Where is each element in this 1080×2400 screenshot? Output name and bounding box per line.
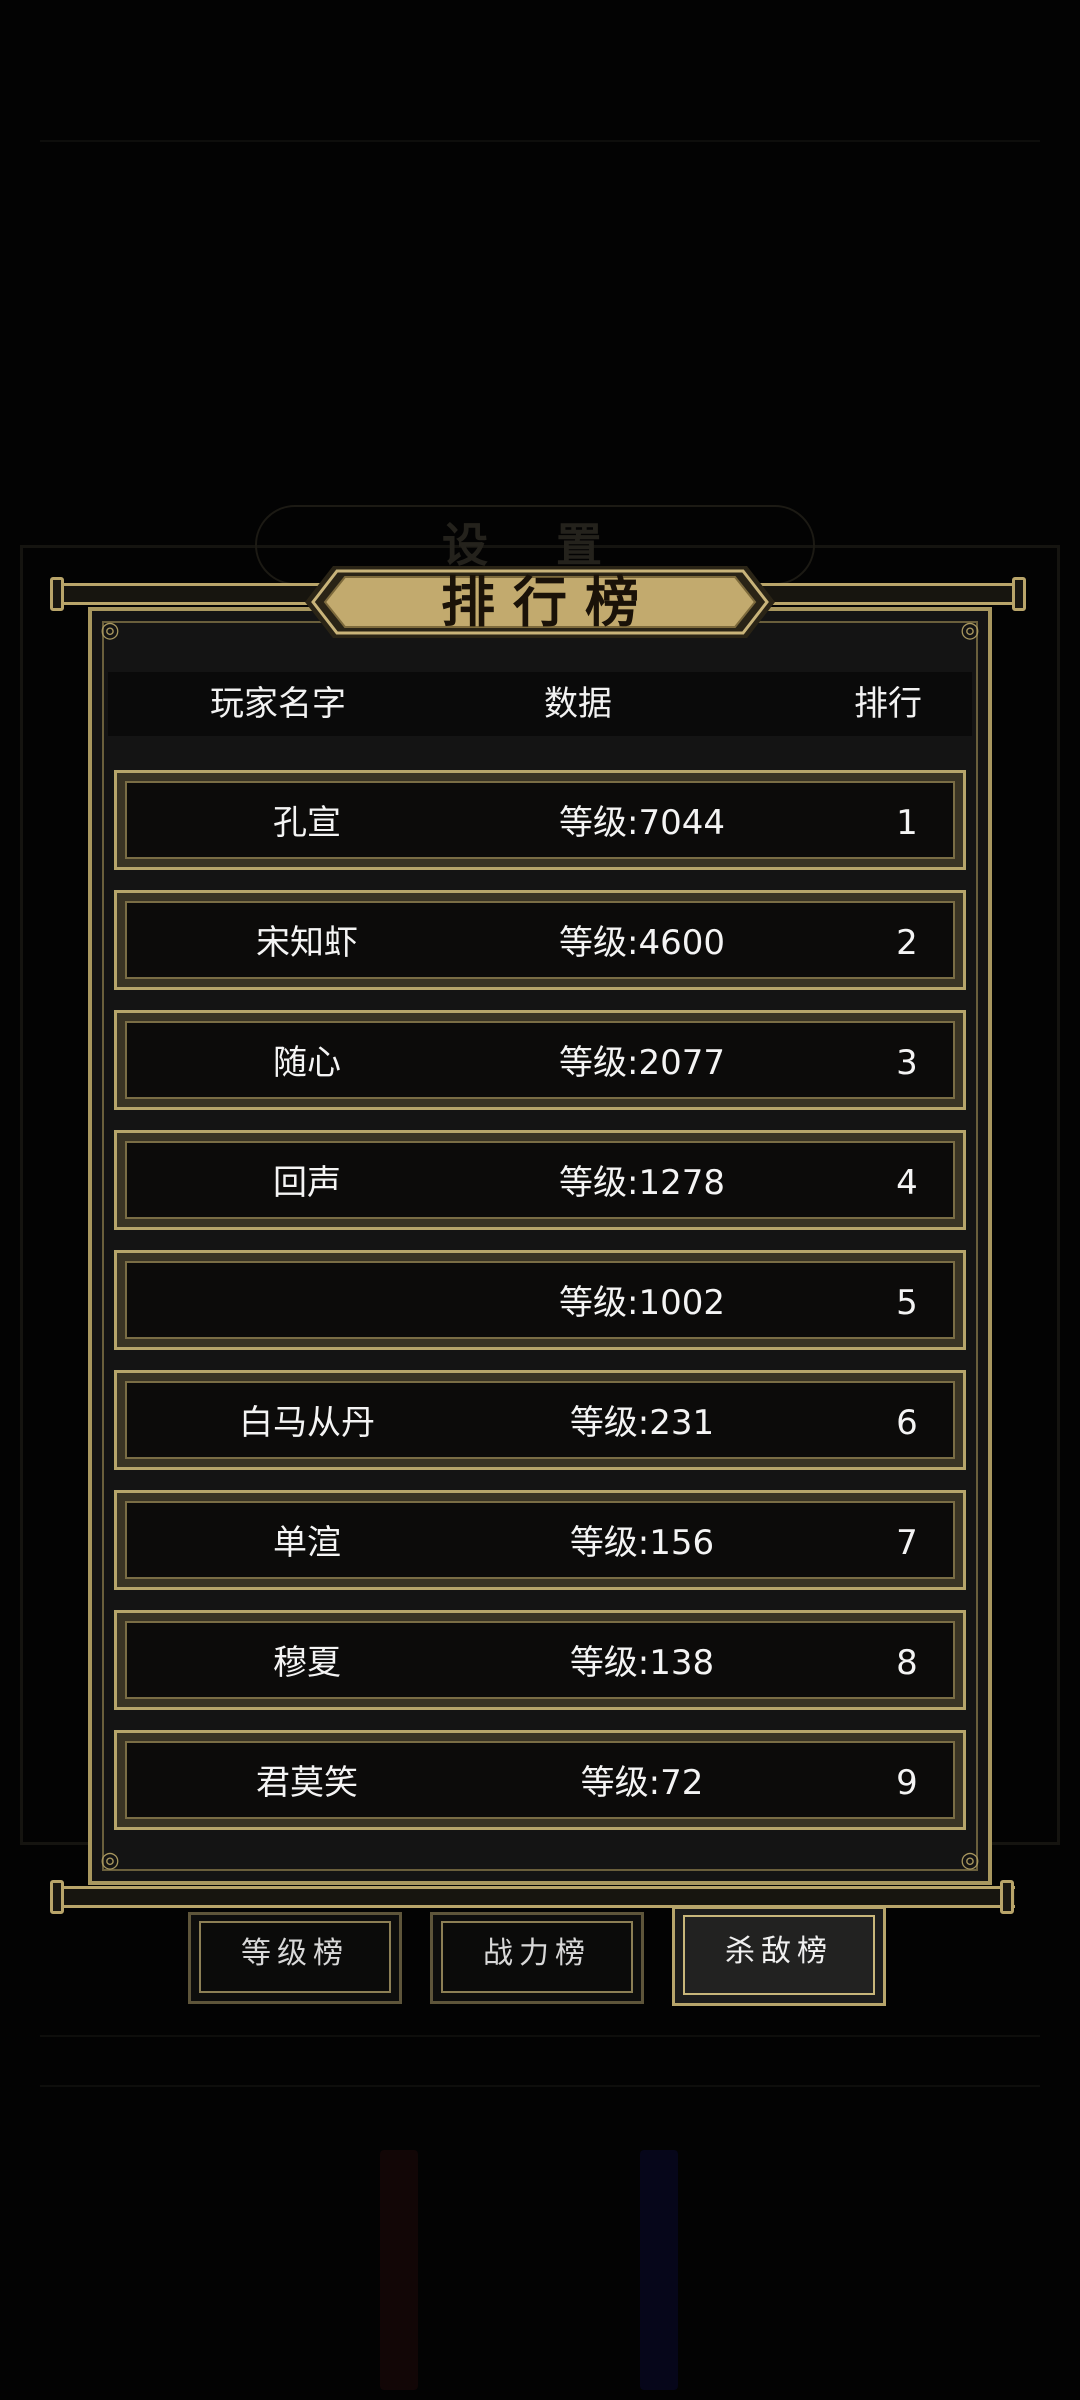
player-name: 君莫笑 <box>256 1763 358 1803</box>
scroll-rod-bottom <box>55 1886 1015 1908</box>
leaderboard-title: 排行榜 <box>441 570 657 634</box>
player-rank: 7 <box>896 1523 918 1563</box>
tab-label: 杀敌榜 <box>725 1934 833 1969</box>
leaderboard-row[interactable]: 白马从丹 等级:231 6 <box>114 1370 966 1470</box>
player-rank: 6 <box>896 1403 918 1443</box>
player-rank: 9 <box>896 1763 918 1803</box>
background-divider <box>40 140 1040 142</box>
leaderboard-row[interactable]: 等级:1002 5 <box>114 1250 966 1350</box>
title-plaque: 排行榜 <box>305 566 775 638</box>
corner-ornament-icon: ◎ <box>100 618 120 643</box>
player-name: 穆夏 <box>273 1643 341 1683</box>
scroll-rod-cap-left <box>50 577 64 611</box>
player-level: 等级:231 <box>569 1403 715 1443</box>
player-rank: 4 <box>896 1163 918 1203</box>
column-header-player-name: 玩家名字 <box>210 684 346 724</box>
scroll-rod-cap-left <box>50 1880 64 1914</box>
player-name: 白马从丹 <box>239 1403 375 1443</box>
player-level: 等级:1278 <box>559 1163 725 1203</box>
player-level: 等级:72 <box>580 1763 704 1803</box>
corner-ornament-icon: ◎ <box>960 1848 980 1873</box>
player-level: 等级:4600 <box>559 923 725 963</box>
player-rank: 2 <box>896 923 918 963</box>
corner-ornament-icon: ◎ <box>960 618 980 643</box>
leaderboard-row[interactable]: 随心 等级:2077 3 <box>114 1010 966 1110</box>
leaderboard-row[interactable]: 回声 等级:1278 4 <box>114 1130 966 1230</box>
leaderboard-row[interactable]: 宋知虾 等级:4600 2 <box>114 890 966 990</box>
player-level: 等级:7044 <box>559 803 725 843</box>
player-rank: 1 <box>896 803 918 843</box>
player-name: 随心 <box>273 1043 341 1083</box>
scroll-rod-cap-right <box>1012 577 1026 611</box>
tab-label: 战力榜 <box>483 1936 591 1971</box>
game-screen: 设 置 ◎ ◎ ◎ ◎ 排行榜 玩家名字 数据 排行 孔宣 等级:7044 1 … <box>0 0 1080 2400</box>
corner-ornament-icon: ◎ <box>100 1848 120 1873</box>
player-name: 单渲 <box>273 1523 341 1563</box>
leaderboard-row[interactable]: 穆夏 等级:138 8 <box>114 1610 966 1710</box>
player-name: 回声 <box>273 1163 341 1203</box>
leaderboard-row[interactable]: 孔宣 等级:7044 1 <box>114 770 966 870</box>
leaderboard-row[interactable]: 单渲 等级:156 7 <box>114 1490 966 1590</box>
leaderboard-header: 玩家名字 数据 排行 <box>108 672 972 736</box>
player-level: 等级:156 <box>569 1523 715 1563</box>
scroll-rod-cap-right <box>1000 1880 1014 1914</box>
tab-level-ranking[interactable]: 等级榜 <box>188 1912 402 2004</box>
tab-label: 等级榜 <box>241 1936 349 1971</box>
background-divider <box>40 2085 1040 2087</box>
tab-power-ranking[interactable]: 战力榜 <box>430 1912 644 2004</box>
player-rank: 3 <box>896 1043 918 1083</box>
player-level: 等级:1002 <box>559 1283 725 1323</box>
player-name: 孔宣 <box>273 803 341 843</box>
player-name: 宋知虾 <box>256 923 358 963</box>
leaderboard-row[interactable]: 君莫笑 等级:72 9 <box>114 1730 966 1830</box>
column-header-data: 数据 <box>544 684 612 724</box>
player-rank: 8 <box>896 1643 918 1683</box>
background-skill-bars <box>20 2140 1060 2390</box>
player-rank: 5 <box>896 1283 918 1323</box>
column-header-rank: 排行 <box>854 684 922 724</box>
player-level: 等级:2077 <box>559 1043 725 1083</box>
background-divider <box>40 2035 1040 2037</box>
player-name <box>197 1263 417 1343</box>
player-level: 等级:138 <box>569 1643 715 1683</box>
tab-kill-ranking[interactable]: 杀敌榜 <box>672 1906 886 2006</box>
